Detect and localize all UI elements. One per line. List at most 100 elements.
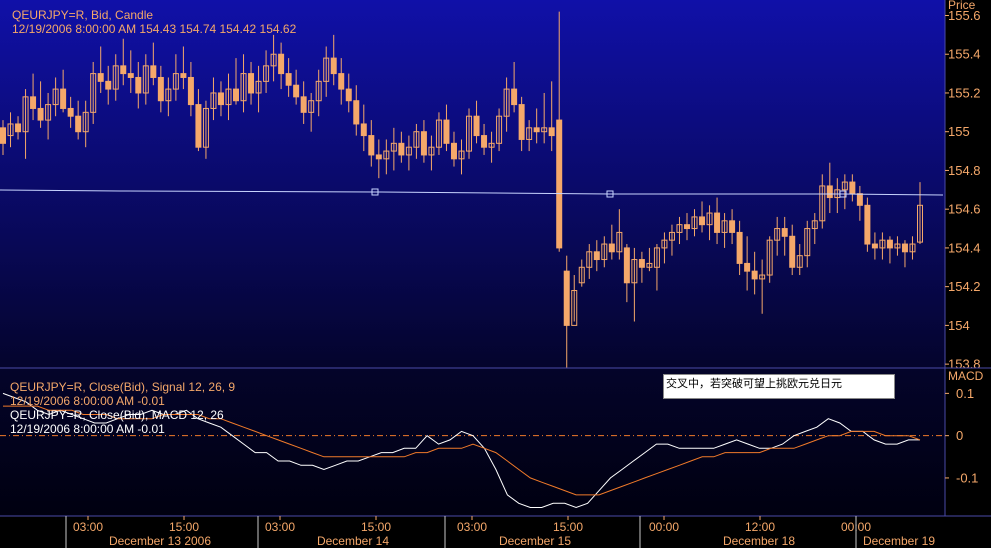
candle-body-down [0,127,6,144]
candle-body-down [856,193,863,206]
candle-body-down [473,115,480,137]
candle-body-down [278,53,285,75]
candle-body-down [638,259,645,268]
candle-body-down [353,100,360,125]
candle-body-down [826,185,833,199]
candle-body-down [871,243,878,249]
candle-body-down [150,65,157,78]
macd-axis-title: MACD [948,369,984,383]
candle-body-down [608,243,615,253]
time-tick-label: 15:00 [169,520,199,534]
date-label: December 18 [723,534,795,548]
candle-body-down [300,96,307,113]
candle-body-down [864,204,871,245]
chart-canvas: Price155.6155.4155.2155154.8154.6154.415… [0,0,991,548]
candle-body-down [345,88,352,102]
price-pane-background [0,0,945,368]
candle-body-down [233,88,240,102]
price-tick-label: 154 [948,318,970,333]
price-axis-background [945,0,991,516]
candle-body-down [556,119,563,249]
candle-body-down [901,243,908,253]
candle-body-down [511,88,518,106]
price-series-title: QEURJPY=R, Bid, Candle [12,8,154,22]
candle-body-down [789,235,796,268]
date-label: December 13 2006 [109,534,211,548]
candle-body-down [105,80,112,90]
candle-body-down [97,73,104,82]
price-tick-label: 154.6 [948,202,981,217]
candle-body-down [886,239,893,249]
candle-body-down [293,84,300,98]
macd-tick-label: 0 [956,428,963,443]
candle-body-down [714,212,721,233]
candle-body-down [481,135,488,148]
candle-body-down [37,107,44,121]
candle-body-down [15,123,22,133]
candle-body-down [744,262,751,272]
candle-body-down [157,76,164,102]
signal-value-readout: 12/19/2006 8:00:00 AM -0.01 [10,394,165,408]
price-pane-legend: QEURJPY=R, Bid, Candle 12/19/2006 8:00:0… [12,8,296,36]
candle-body-down [368,135,375,156]
candle-body-down [195,104,202,148]
macd-series-title: QEURJPY=R, Close(Bid), MACD 12, 26 [10,408,224,422]
candle-body-down [781,228,788,237]
candle-body-down [533,127,540,133]
candle-body-down [217,92,224,106]
chart-annotation-note[interactable]: 交叉中，若突破可望上挑欧元兑日元 [663,374,895,399]
candle-body-down [30,96,37,109]
candle-body-down [729,220,736,233]
time-tick-label: 15:00 [361,520,391,534]
candle-body-down [180,73,187,78]
date-label: December 19 [863,534,935,548]
candle-body-down [398,142,405,156]
candle-body-down [593,251,600,261]
candle-body-down [420,131,427,156]
price-tick-label: 154.8 [948,163,981,178]
candle-body-down [285,73,292,86]
candle-body-down [67,107,74,117]
macd-tick-label: -0.1 [956,470,978,485]
candle-body-down [60,88,67,109]
time-tick-label: 00:00 [649,520,679,534]
candle-body-down [623,247,630,284]
price-tick-label: 155 [948,124,970,139]
price-tick-label: 155.6 [948,8,981,23]
candle-body-down [563,270,570,326]
candle-body-down [450,142,457,160]
candle-body-down [375,154,382,160]
macd-pane-legend: QEURJPY=R, Close(Bid), Signal 12, 26, 9 … [10,380,235,436]
candle-body-down [751,270,758,280]
candle-body-down [248,73,255,94]
candle-body-down [699,216,706,226]
price-tick-label: 155.2 [948,85,981,100]
price-tick-label: 154.4 [948,240,981,255]
candle-body-down [360,123,367,137]
candle-body-down [518,104,525,140]
time-tick-label: 15:00 [553,520,583,534]
time-tick-label: 03:00 [265,520,295,534]
price-ohlc-readout: 12/19/2006 8:00:00 AM 154.43 154.74 154.… [12,22,297,36]
candle-body-down [548,127,555,137]
candle-body-down [736,231,743,264]
time-tick-label: 03:00 [457,520,487,534]
candle-body-down [849,181,856,195]
time-tick-label: 12:00 [745,520,775,534]
signal-series-title: QEURJPY=R, Close(Bid), Signal 12, 26, 9 [10,380,236,394]
candle-body-down [330,57,337,75]
candle-body-down [75,115,82,133]
candle-body-down [120,65,127,75]
macd-value-readout: 12/19/2006 8:00:00 AM -0.01 [10,422,165,436]
date-label: December 14 [317,534,389,548]
price-tick-label: 155.4 [948,47,981,62]
date-label: December 15 [499,534,571,548]
candle-body-down [187,76,194,106]
candle-body-down [127,73,134,78]
candle-body-down [443,119,450,144]
candle-body-down [683,224,690,230]
candle-body-down [135,76,142,94]
price-tick-label: 154.2 [948,279,981,294]
time-tick-label: 03:00 [73,520,103,534]
candle-body-down [338,73,345,90]
